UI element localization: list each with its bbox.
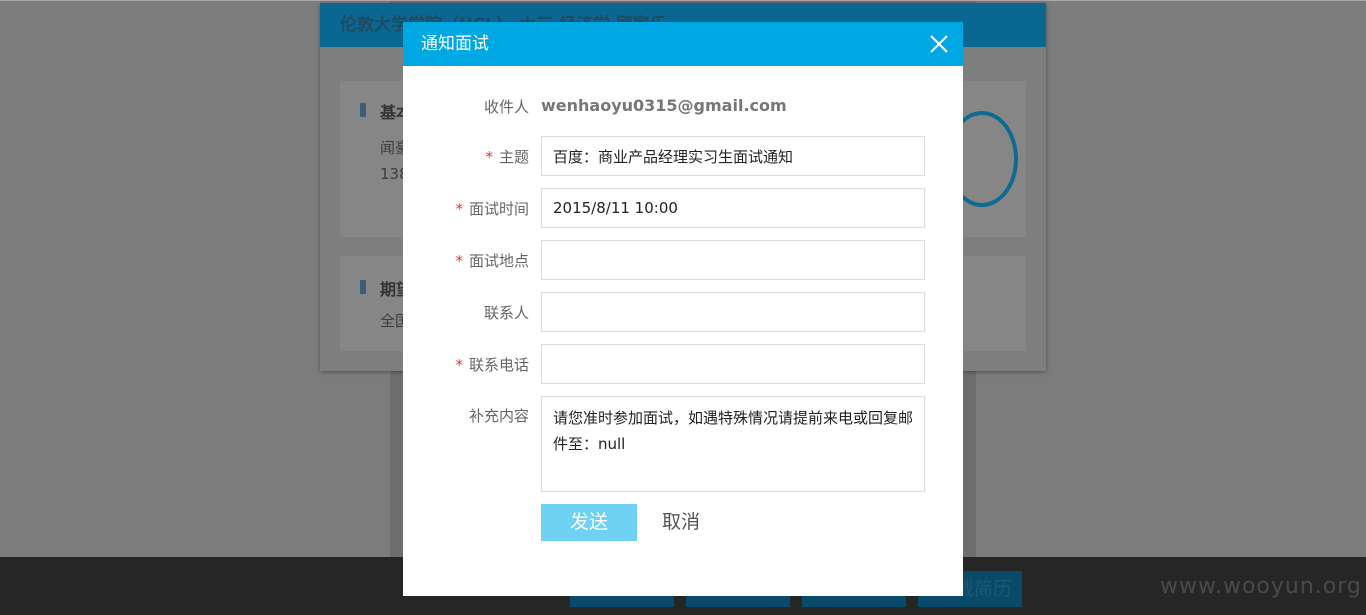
interview-location-label-text: 面试地点	[468, 252, 529, 270]
recipient-email: wenhaoyu0315@gmail.com	[541, 96, 787, 115]
section-marker	[360, 280, 366, 294]
dialog-title: 通知面试	[421, 34, 489, 54]
extra-content-label: 补充内容	[468, 407, 529, 425]
close-button[interactable]	[927, 32, 951, 56]
required-mark: *	[485, 148, 493, 166]
contact-phone-label-text: 联系电话	[468, 356, 529, 374]
section-marker	[360, 103, 366, 117]
recipient-label: 收件人	[483, 98, 529, 116]
interview-location-label: * 面试地点	[403, 250, 529, 271]
close-icon	[930, 35, 948, 53]
required-mark: *	[455, 252, 463, 270]
contact-person-label: 联系人	[483, 304, 529, 322]
cancel-button[interactable]: 取消	[662, 504, 700, 541]
subject-label: * 主题	[403, 146, 529, 167]
contact-phone-label: * 联系电话	[403, 354, 529, 375]
interview-time-label: * 面试时间	[403, 198, 529, 219]
contact-person-input[interactable]	[541, 292, 925, 332]
interview-notice-dialog: 通知面试 收件人 wenhaoyu0315@gmail.com * 主题 * 面试时…	[403, 22, 963, 596]
required-mark: *	[455, 200, 463, 218]
send-button[interactable]: 发送	[541, 504, 637, 541]
subject-label-text: 主题	[498, 148, 529, 166]
dialog-header: 通知面试	[403, 22, 963, 66]
interview-time-input[interactable]	[541, 188, 925, 228]
interview-time-label-text: 面试时间	[468, 200, 529, 218]
required-mark: *	[455, 356, 463, 374]
extra-content-textarea[interactable]: 请您准时参加面试，如遇特殊情况请提前来电或回复邮件至：null	[541, 396, 925, 492]
watermark: www.wooyun.org	[1160, 574, 1362, 599]
contact-phone-input[interactable]	[541, 344, 925, 384]
subject-input[interactable]	[541, 136, 925, 176]
interview-location-input[interactable]	[541, 240, 925, 280]
